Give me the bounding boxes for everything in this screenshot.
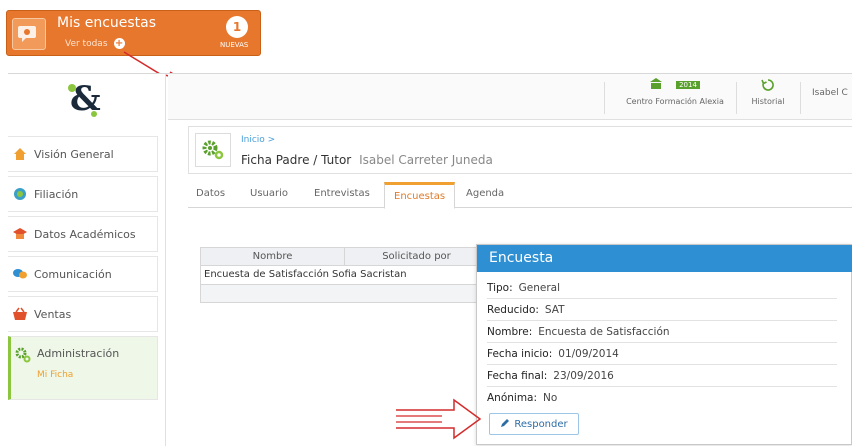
sidebar-item-label: Visión General xyxy=(34,147,114,161)
field-value: SAT xyxy=(544,304,565,316)
tab-datos[interactable]: Datos xyxy=(196,188,225,199)
surveys-title: Mis encuestas xyxy=(57,15,157,31)
new-label: NUEVAS xyxy=(220,41,249,49)
person-name: Isabel Carreter Juneda xyxy=(359,153,493,167)
ampersand-logo: & xyxy=(60,78,106,119)
field-tipo: Tipo: General xyxy=(487,277,837,299)
field-fecha-inicio: Fecha inicio: 01/09/2014 xyxy=(487,343,837,365)
cell-nombre: Encuesta de Satisfacción xyxy=(204,269,330,280)
table-header: Nombre Solicitado por xyxy=(201,248,489,266)
see-all-label: Ver todas xyxy=(65,38,108,49)
field-value: 01/09/2014 xyxy=(558,348,619,360)
column-header-solicitado[interactable]: Solicitado por xyxy=(345,248,489,265)
field-label: Fecha final: xyxy=(487,370,548,382)
field-nombre: Nombre: Encuesta de Satisfacción xyxy=(487,321,837,343)
field-anonima: Anónima: No xyxy=(487,387,837,409)
pencil-icon xyxy=(500,418,510,431)
sidebar-item-filiacion[interactable]: Filiación xyxy=(8,176,158,212)
tab-agenda[interactable]: Agenda xyxy=(466,188,504,199)
history-button[interactable]: Historial xyxy=(746,78,790,106)
column-header-nombre[interactable]: Nombre xyxy=(201,248,345,265)
home-icon xyxy=(12,146,28,162)
basket-icon xyxy=(12,306,28,322)
top-bar: 2014 Centro Formación Alexia Historial I… xyxy=(168,74,852,120)
sidebar-item-ventas[interactable]: Ventas xyxy=(8,296,158,332)
id-icon xyxy=(12,186,28,202)
sidebar: & Visión General Filiación Datos Académi… xyxy=(8,74,166,446)
center-selector[interactable]: 2014 Centro Formación Alexia xyxy=(620,78,730,106)
sidebar-item-label: Datos Académicos xyxy=(34,227,136,241)
survey-count-badge: 1 xyxy=(226,16,248,38)
cell-solicitado: Sofia Sacristan xyxy=(332,269,407,280)
history-label: Historial xyxy=(751,97,785,106)
table-footer xyxy=(201,284,489,302)
survey-chat-icon xyxy=(12,18,46,50)
field-label: Nombre: xyxy=(487,326,533,338)
see-all-link[interactable]: Ver todas + xyxy=(65,38,125,49)
sidebar-item-label: Comunicación xyxy=(34,267,112,281)
field-reducido: Reducido: SAT xyxy=(487,299,837,321)
surveys-table: Nombre Solicitado por Encuesta de Satisf… xyxy=(200,247,490,303)
tab-bar: Datos Usuario Entrevistas Encuestas Agen… xyxy=(188,182,852,209)
field-value: 23/09/2016 xyxy=(553,370,614,382)
divider xyxy=(800,82,801,114)
sidebar-item-vision-general[interactable]: Visión General xyxy=(8,136,158,172)
field-value: General xyxy=(518,282,561,294)
sidebar-item-label: Filiación xyxy=(34,187,79,201)
divider xyxy=(604,82,605,114)
field-fecha-final: Fecha final: 23/09/2016 xyxy=(487,365,837,387)
table-row[interactable]: Encuesta de Satisfacción Sofia Sacristan xyxy=(201,266,489,284)
page-header: Inicio > Ficha Padre / Tutor Isabel Carr… xyxy=(188,126,852,174)
pointer-arrow-icon xyxy=(396,398,482,440)
survey-dialog: Encuesta Tipo: General Reducido: SAT Nombr… xyxy=(476,244,852,445)
respond-label: Responder xyxy=(514,418,568,430)
user-name[interactable]: Isabel C xyxy=(812,88,848,98)
chat-icon xyxy=(12,266,28,282)
sidebar-item-label: Ventas xyxy=(34,307,72,321)
field-label: Reducido: xyxy=(487,304,539,316)
school-icon xyxy=(650,78,663,92)
divider xyxy=(736,82,737,114)
field-value: No xyxy=(543,392,558,404)
year-badge: 2014 xyxy=(676,81,700,89)
page-title-text: Ficha Padre / Tutor xyxy=(241,153,352,167)
breadcrumb[interactable]: Inicio > xyxy=(241,135,275,145)
tab-entrevistas[interactable]: Entrevistas xyxy=(314,188,370,199)
center-label: Centro Formación Alexia xyxy=(626,97,724,106)
tab-encuestas[interactable]: Encuestas xyxy=(384,182,456,209)
graduation-cap-icon xyxy=(12,226,28,242)
page-title: Ficha Padre / Tutor Isabel Carreter June… xyxy=(241,153,493,167)
history-icon xyxy=(746,78,790,92)
respond-button[interactable]: Responder xyxy=(489,413,579,435)
field-label: Fecha inicio: xyxy=(487,348,553,360)
dialog-title: Encuesta xyxy=(477,245,852,272)
field-value: Encuesta de Satisfacción xyxy=(538,326,670,338)
gears-icon xyxy=(15,347,31,363)
sidebar-subitem-mi-ficha[interactable]: Mi Ficha xyxy=(37,370,119,380)
field-label: Anónima: xyxy=(487,392,538,404)
settings-gears-icon xyxy=(195,133,231,167)
sidebar-item-label: Administración xyxy=(37,347,120,360)
sidebar-item-comunicacion[interactable]: Comunicación xyxy=(8,256,158,292)
tab-usuario[interactable]: Usuario xyxy=(250,188,288,199)
sidebar-item-datos-academicos[interactable]: Datos Académicos xyxy=(8,216,158,252)
field-label: Tipo: xyxy=(487,282,513,294)
sidebar-item-administracion[interactable]: Administración Mi Ficha xyxy=(8,336,158,400)
